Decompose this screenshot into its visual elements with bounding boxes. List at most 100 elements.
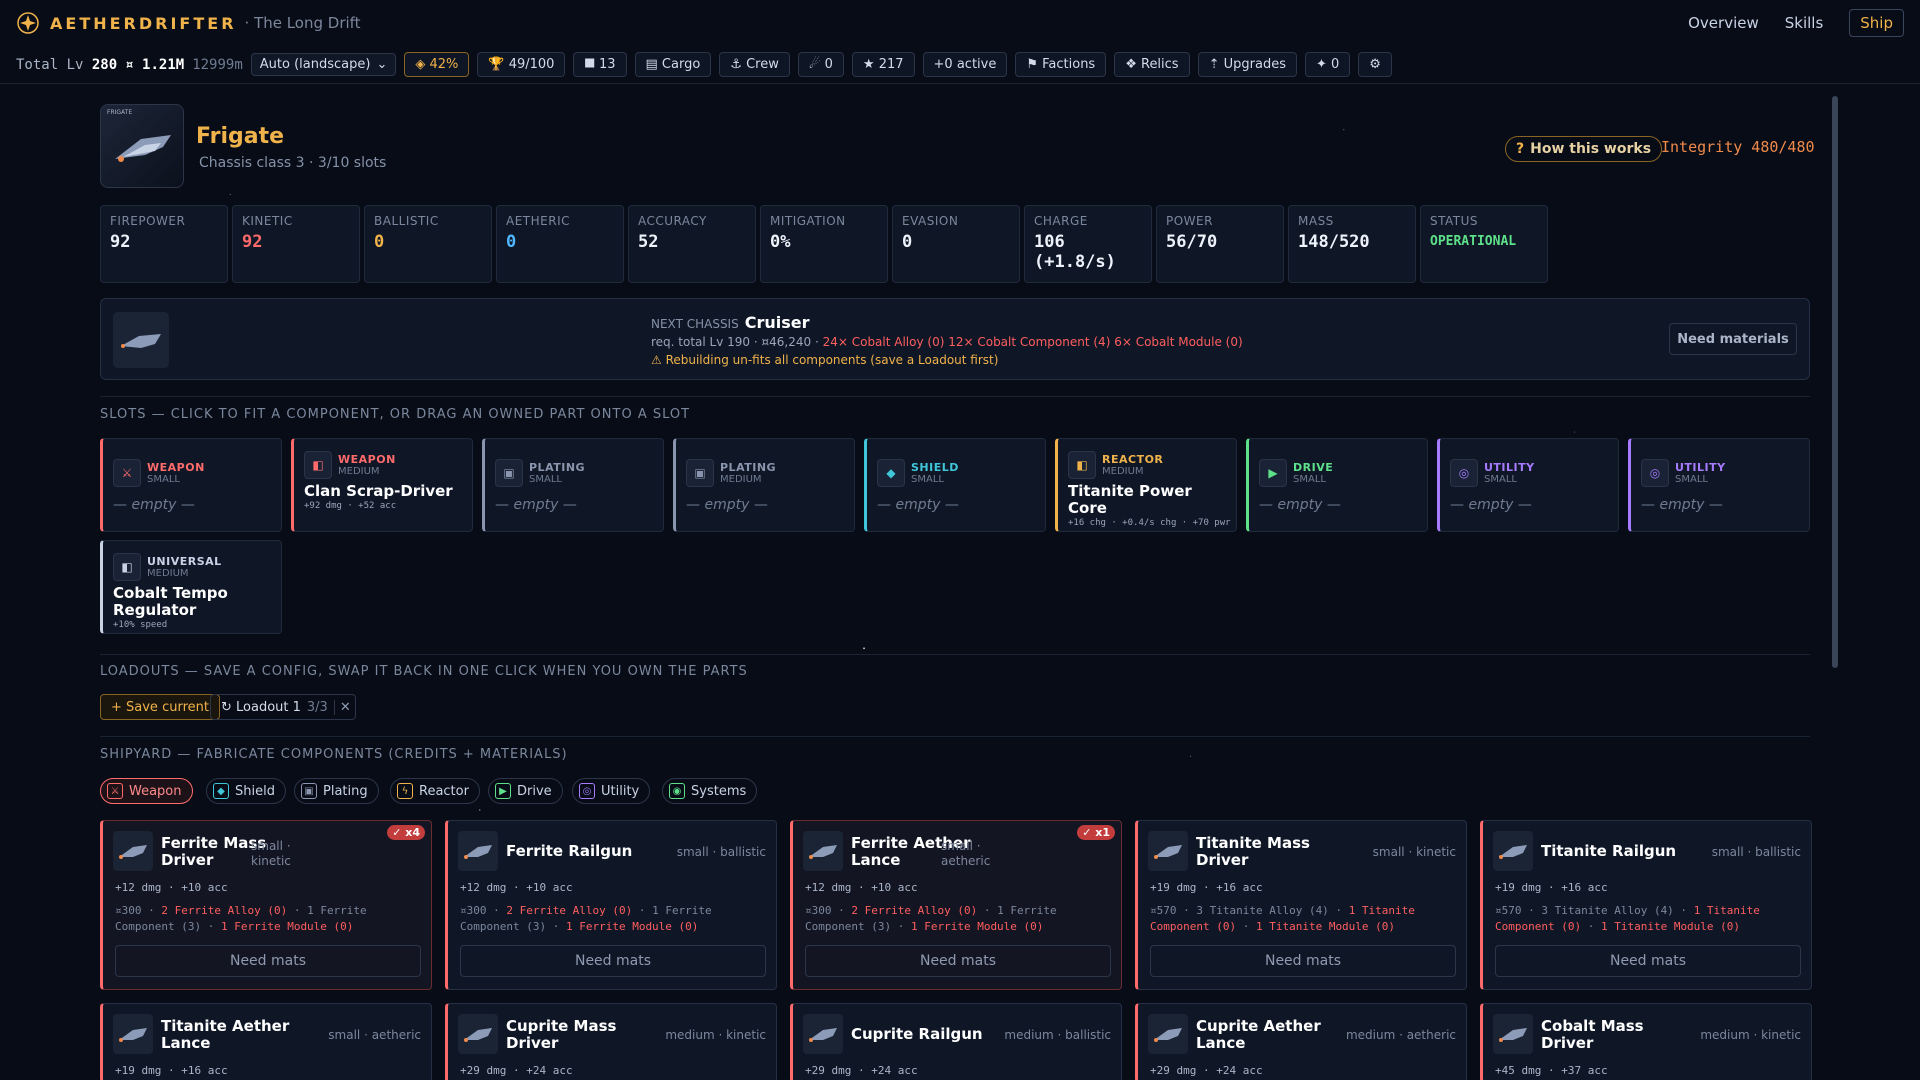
stat-charge: CHARGE 106 (+1.8/s) <box>1024 205 1152 283</box>
weapon-icon: ⚔ <box>107 783 123 799</box>
chip-comets[interactable]: ☄ 0 <box>797 52 844 77</box>
stat-firepower: FIREPOWER 92 <box>100 205 228 283</box>
component-cost: ¤300 · 2 Ferrite Alloy (0) · 1 Ferrite C… <box>115 904 367 933</box>
nav-skills[interactable]: Skills <box>1785 14 1824 32</box>
stat-label: CHARGE <box>1034 214 1088 228</box>
need-materials-button[interactable]: Need materials <box>1669 323 1797 355</box>
need-mats-button[interactable]: Need mats <box>115 945 421 977</box>
stat-label: KINETIC <box>242 214 293 228</box>
need-mats-button[interactable]: Need mats <box>1150 945 1456 977</box>
scrollbar-thumb[interactable] <box>1832 96 1838 668</box>
tab-shield[interactable]: ◆ Shield <box>206 778 286 804</box>
next-chassis-name: Cruiser <box>744 313 810 332</box>
tab-drive[interactable]: ▶ Drive <box>488 778 563 804</box>
component-card[interactable]: Titanite Mass Driver small · kinetic +19 d… <box>1135 820 1467 990</box>
tab-label: Utility <box>601 783 640 799</box>
weapon-part-icon <box>119 1028 147 1042</box>
shield-slot-icon: ◆ <box>877 459 905 487</box>
need-mats-button[interactable]: Need mats <box>805 945 1111 977</box>
systems-icon: ◉ <box>669 783 685 799</box>
how-this-works-button[interactable]: ? How this works <box>1505 136 1663 162</box>
chip-progress[interactable]: ◈ 42% <box>404 52 470 77</box>
slot-plating-2[interactable]: ▣ PLATING SMALL — empty — <box>482 438 664 532</box>
component-card[interactable]: Cuprite Aether Lance medium · aetheric +29… <box>1135 1003 1467 1080</box>
slot-utility-7[interactable]: ◎ UTILITY SMALL — empty — <box>1437 438 1619 532</box>
component-name: Cuprite Mass Driver <box>506 1017 617 1052</box>
universal-slot-icon: ◧ <box>113 553 141 581</box>
mode-select[interactable]: Auto (landscape) ⌄ <box>250 53 397 76</box>
slot-component-name: Clan Scrap-Driver <box>304 482 453 500</box>
chip-relics[interactable]: ❖ Relics <box>1114 52 1190 77</box>
chip-sparks[interactable]: ✦ 0 <box>1304 52 1351 77</box>
weapon-part-icon <box>1154 845 1182 859</box>
stat-accuracy: ACCURACY 52 <box>628 205 756 283</box>
nav-overview[interactable]: Overview <box>1688 14 1759 32</box>
slot-size: MEDIUM <box>720 474 762 485</box>
component-card[interactable]: Titanite Aether Lance small · aetheric +19… <box>100 1003 432 1080</box>
weapon-part-icon <box>464 845 492 859</box>
chip-cargo[interactable]: ▤ Cargo <box>634 52 712 77</box>
slot-universal-9[interactable]: ◧ UNIVERSAL MEDIUM Cobalt Tempo Regulator +1… <box>100 540 282 634</box>
save-current-button[interactable]: + Save current <box>100 694 220 720</box>
component-name: Cuprite Aether Lance <box>1196 1017 1321 1052</box>
slot-utility-8[interactable]: ◎ UTILITY SMALL — empty — <box>1628 438 1810 532</box>
stat-value: 52 <box>638 232 659 252</box>
component-card[interactable]: Cuprite Mass Driver medium · kinetic +29 d… <box>445 1003 777 1080</box>
frigate-ship-icon <box>115 135 171 162</box>
component-tag: small · ballistic <box>676 845 766 859</box>
chip-factions[interactable]: ⚑ Factions <box>1015 52 1107 77</box>
slot-size: SMALL <box>529 474 562 485</box>
nav-ship[interactable]: Ship <box>1849 9 1904 37</box>
component-thumbnail <box>803 831 843 871</box>
slot-type: PLATING <box>529 461 586 474</box>
ship-title: Frigate <box>196 124 285 149</box>
chip-messages[interactable]: ⯀ 13 <box>573 52 627 77</box>
close-icon[interactable]: ✕ <box>333 699 351 715</box>
slot-plating-3[interactable]: ▣ PLATING MEDIUM — empty — <box>673 438 855 532</box>
component-card[interactable]: Ferrite Aether Lance small · aetheric ✓ x1… <box>790 820 1122 990</box>
stat-value: 56/70 <box>1166 232 1218 252</box>
chip-active[interactable]: +0 active <box>922 52 1008 77</box>
tab-plating[interactable]: ▣ Plating <box>294 778 379 804</box>
component-card[interactable]: Ferrite Mass Driver small · kinetic ✓ x4 +1… <box>100 820 432 990</box>
component-cost: ¤570 · 3 Titanite Alloy (4) · 1 Titanite… <box>1495 904 1760 933</box>
stat-value: 92 <box>242 232 263 252</box>
slot-weapon-0[interactable]: ⚔ WEAPON SMALL — empty — <box>100 438 282 532</box>
chip-crew[interactable]: ⚓ Crew <box>719 52 790 77</box>
scrollbar[interactable] <box>1832 96 1838 1080</box>
component-stats: +12 dmg · +10 acc <box>460 881 573 894</box>
tab-utility[interactable]: ◎ Utility <box>572 778 651 804</box>
chevron-down-icon: ⌄ <box>376 57 388 72</box>
top-bar: AETHERDRIFTER · The Long Drift Overview … <box>0 0 1920 46</box>
tab-reactor[interactable]: ϟ Reactor <box>390 778 480 804</box>
slot-shield-4[interactable]: ◆ SHIELD SMALL — empty — <box>864 438 1046 532</box>
chip-upgrades[interactable]: ⇡ Upgrades <box>1197 52 1297 77</box>
component-card[interactable]: Titanite Railgun small · ballistic +19 dmg… <box>1480 820 1812 990</box>
stat-value: 148/520 <box>1298 232 1370 252</box>
chip-stars[interactable]: ★ 217 <box>851 52 915 77</box>
slot-size: SMALL <box>1293 474 1326 485</box>
stat-value: 0 <box>902 232 913 252</box>
slot-drive-6[interactable]: ▶ DRIVE SMALL — empty — <box>1246 438 1428 532</box>
need-mats-button[interactable]: Need mats <box>460 945 766 977</box>
component-card[interactable]: Cuprite Railgun medium · ballistic +29 dmg… <box>790 1003 1122 1080</box>
loadout-1-button[interactable]: ↻ Loadout 1 3/3 ✕ <box>210 694 356 720</box>
total-level: Total Lv 280 <box>16 56 118 73</box>
component-card[interactable]: Ferrite Railgun small · ballistic +12 dmg … <box>445 820 777 990</box>
stat-label: STATUS <box>1430 214 1479 228</box>
tab-weapon[interactable]: ⚔ Weapon <box>100 778 193 804</box>
slot-empty-label: — empty — <box>495 497 577 513</box>
tab-systems[interactable]: ◉ Systems <box>662 778 758 804</box>
slot-size: SMALL <box>1675 474 1708 485</box>
component-name: Titanite Mass Driver <box>1196 834 1310 869</box>
component-card[interactable]: Cobalt Mass Driver medium · kinetic +45 dm… <box>1480 1003 1812 1080</box>
slot-empty-label: — empty — <box>1641 497 1723 513</box>
need-mats-button[interactable]: Need mats <box>1495 945 1801 977</box>
slot-reactor-5[interactable]: ◧ REACTOR MEDIUM Titanite Power Core +16 chg… <box>1055 438 1237 532</box>
slot-weapon-1[interactable]: ◧ WEAPON MEDIUM Clan Scrap-Driver +92 dmg · … <box>291 438 473 532</box>
stat-label: MASS <box>1298 214 1334 228</box>
drive-icon: ▶ <box>495 783 511 799</box>
stat-label: POWER <box>1166 214 1213 228</box>
settings-button[interactable]: ⚙ <box>1358 52 1392 77</box>
chip-trophies[interactable]: 🏆 49/100 <box>477 52 566 77</box>
